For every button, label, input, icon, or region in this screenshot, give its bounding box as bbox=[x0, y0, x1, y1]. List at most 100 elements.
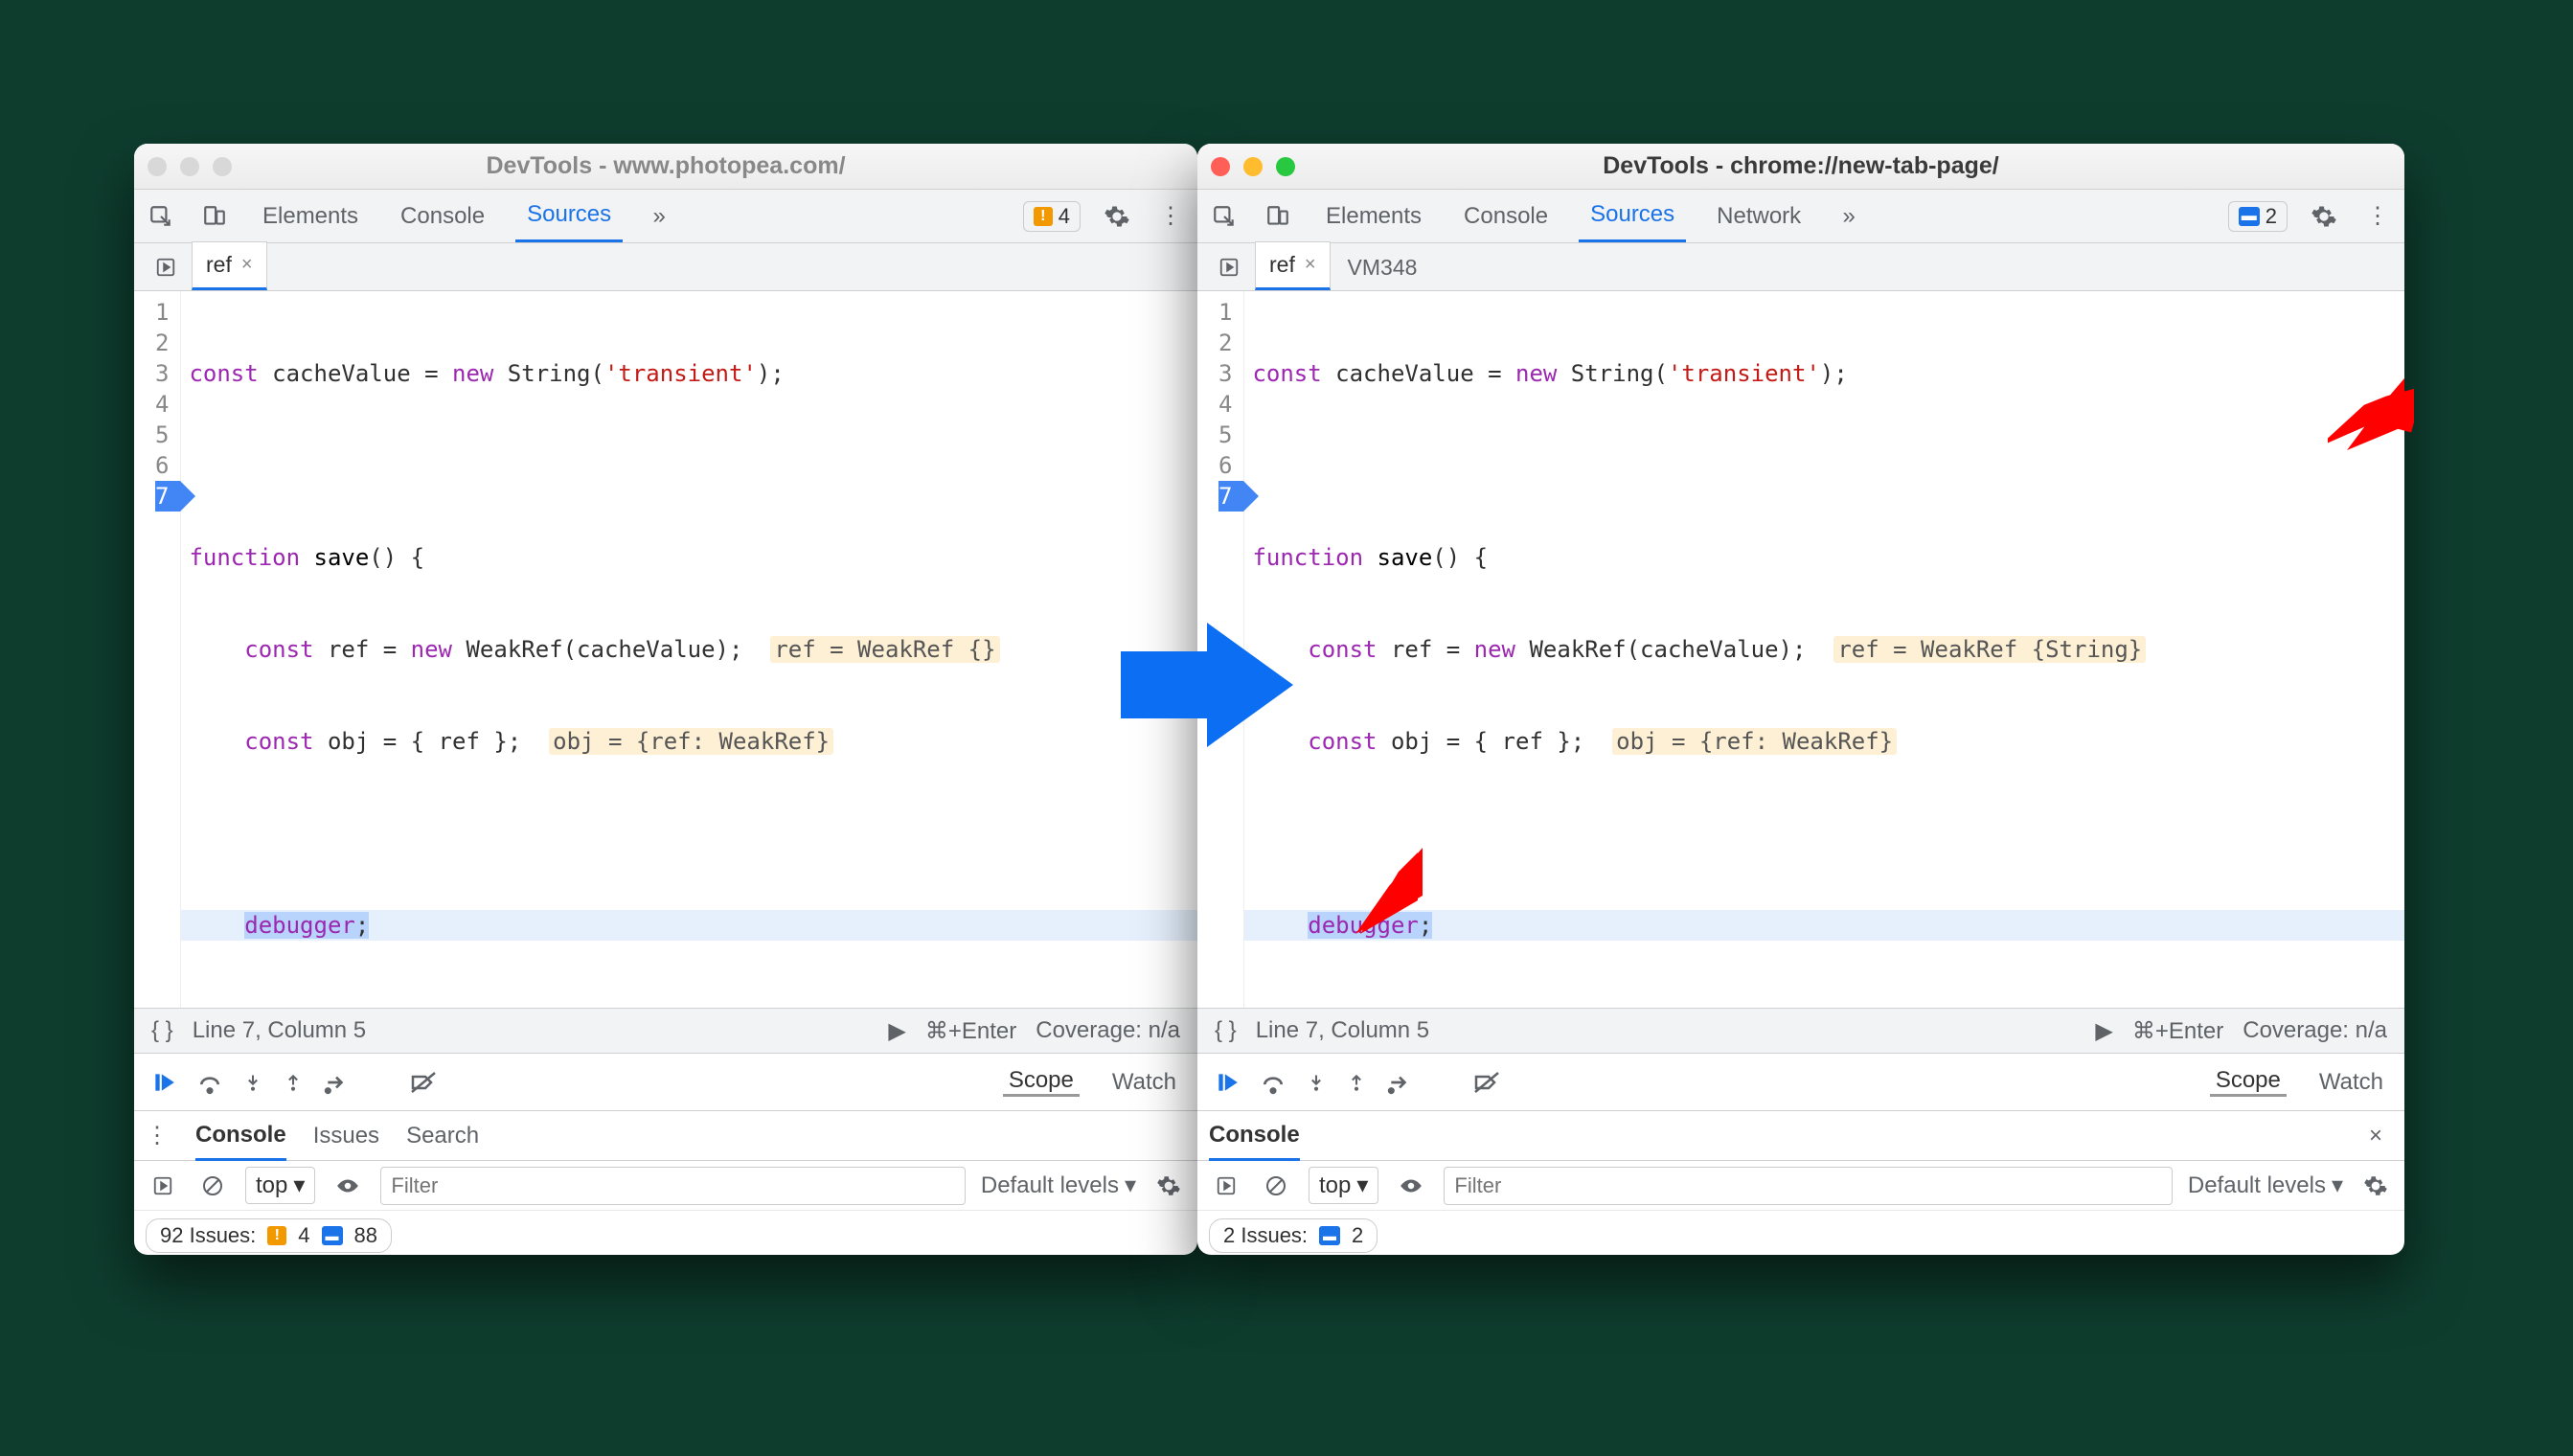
issues-badge[interactable]: !4 bbox=[1023, 201, 1081, 232]
tab-elements[interactable]: Elements bbox=[1314, 190, 1433, 242]
tab-network[interactable]: Network bbox=[1705, 190, 1812, 242]
editor-statusbar: { } Line 7, Column 5 ▶ ⌘+Enter Coverage:… bbox=[1197, 1008, 2404, 1054]
issues-row: 92 Issues: ! 4 ▬ 88 bbox=[134, 1211, 1197, 1255]
braces-icon[interactable]: { } bbox=[151, 1017, 173, 1044]
gear-icon[interactable] bbox=[1100, 199, 1134, 234]
run-icon[interactable]: ▶ bbox=[888, 1017, 905, 1045]
coverage-status: Coverage: n/a bbox=[2243, 1017, 2387, 1044]
drawer-tab-search[interactable]: Search bbox=[406, 1123, 479, 1149]
step-out-icon[interactable] bbox=[1347, 1070, 1366, 1095]
tab-elements[interactable]: Elements bbox=[251, 190, 370, 242]
annotation-arrow-red-console bbox=[1332, 843, 1427, 939]
scope-tab[interactable]: Scope bbox=[2210, 1067, 2287, 1097]
close-drawer-icon[interactable]: × bbox=[2358, 1119, 2393, 1153]
main-tabbar: Elements Console Sources » !4 ⋮ bbox=[134, 190, 1197, 243]
devtools-window-left: DevTools - www.photopea.com/ Elements Co… bbox=[134, 144, 1197, 1255]
code-content[interactable]: const cacheValue = new String('transient… bbox=[181, 291, 1197, 1008]
inspect-icon[interactable] bbox=[144, 199, 178, 234]
step-into-icon[interactable] bbox=[243, 1070, 262, 1095]
issues-pill[interactable]: 92 Issues: ! 4 ▬ 88 bbox=[146, 1218, 392, 1253]
close-icon[interactable]: × bbox=[241, 254, 253, 276]
console-play-icon[interactable] bbox=[1209, 1169, 1243, 1203]
main-tabbar: Elements Console Sources Network » ▬2 ⋮ bbox=[1197, 190, 2404, 243]
deactivate-breakpoints-icon[interactable] bbox=[410, 1070, 437, 1095]
device-icon[interactable] bbox=[197, 199, 232, 234]
file-tab-ref[interactable]: ref × bbox=[192, 241, 267, 290]
editor-statusbar: { } Line 7, Column 5 ▶ ⌘+Enter Coverage:… bbox=[134, 1008, 1197, 1054]
deactivate-breakpoints-icon[interactable] bbox=[1473, 1070, 1500, 1095]
tab-sources[interactable]: Sources bbox=[1579, 190, 1686, 242]
issues-pill[interactable]: 2 Issues: ▬ 2 bbox=[1209, 1218, 1378, 1253]
device-icon[interactable] bbox=[1261, 199, 1295, 234]
clear-console-icon[interactable] bbox=[195, 1169, 230, 1203]
braces-icon[interactable]: { } bbox=[1215, 1017, 1237, 1044]
debugger-toolbar: Scope Watch bbox=[134, 1054, 1197, 1111]
cursor-position: Line 7, Column 5 bbox=[1256, 1017, 1429, 1044]
step-icon[interactable] bbox=[1387, 1070, 1412, 1095]
run-shortcut: ⌘+Enter bbox=[2132, 1017, 2223, 1045]
drawer-tab-console[interactable]: Console bbox=[1209, 1122, 1300, 1161]
console-toolbar: top ▾ Default levels ▾ bbox=[1197, 1161, 2404, 1211]
devtools-window-right: DevTools - chrome://new-tab-page/ Elemen… bbox=[1197, 144, 2404, 1255]
drawer-tabbar: ⋮ Console Issues Search bbox=[134, 1111, 1197, 1161]
drawer-tab-issues[interactable]: Issues bbox=[313, 1123, 379, 1149]
tab-sources[interactable]: Sources bbox=[515, 190, 623, 242]
filter-input[interactable] bbox=[1444, 1167, 2172, 1205]
console-gear-icon[interactable] bbox=[1151, 1169, 1186, 1203]
more-tabs-icon[interactable]: » bbox=[642, 199, 676, 234]
drawer-tab-console[interactable]: Console bbox=[195, 1122, 286, 1161]
drawer-kebab-icon[interactable]: ⋮ bbox=[146, 1122, 169, 1149]
log-levels-selector[interactable]: Default levels ▾ bbox=[981, 1172, 1136, 1199]
context-selector[interactable]: top ▾ bbox=[245, 1167, 315, 1204]
tab-console[interactable]: Console bbox=[389, 190, 496, 242]
annotation-arrow-right bbox=[1121, 623, 1293, 747]
watch-tab[interactable]: Watch bbox=[1106, 1069, 1182, 1096]
annotation-arrow-red-code bbox=[2328, 374, 2414, 460]
titlebar[interactable]: DevTools - www.photopea.com/ bbox=[134, 144, 1197, 190]
step-icon[interactable] bbox=[324, 1070, 349, 1095]
inline-value: ref = WeakRef {} bbox=[770, 636, 999, 663]
tab-console[interactable]: Console bbox=[1452, 190, 1560, 242]
coverage-status: Coverage: n/a bbox=[1036, 1017, 1180, 1044]
file-tab-ref[interactable]: ref × bbox=[1255, 241, 1331, 290]
issues-badge[interactable]: ▬2 bbox=[2228, 201, 2288, 232]
run-snippet-icon[interactable] bbox=[144, 257, 188, 278]
clear-console-icon[interactable] bbox=[1259, 1169, 1293, 1203]
window-title: DevTools - chrome://new-tab-page/ bbox=[1197, 152, 2404, 180]
code-editor[interactable]: 1234567 const cacheValue = new String('t… bbox=[134, 291, 1197, 1008]
file-tabbar: ref × bbox=[134, 243, 1197, 291]
step-into-icon[interactable] bbox=[1307, 1070, 1326, 1095]
file-tab-vm348[interactable]: VM348 bbox=[1334, 245, 1431, 290]
line-gutter: 1234567 bbox=[134, 291, 181, 1008]
eye-icon[interactable] bbox=[1394, 1169, 1428, 1203]
console-gear-icon[interactable] bbox=[2358, 1169, 2393, 1203]
drawer-tabbar: Console × bbox=[1197, 1111, 2404, 1161]
kebab-icon[interactable]: ⋮ bbox=[1153, 199, 1188, 234]
filter-input[interactable] bbox=[380, 1167, 965, 1205]
step-over-icon[interactable] bbox=[197, 1070, 222, 1095]
issues-row: 2 Issues: ▬ 2 bbox=[1197, 1211, 2404, 1255]
eye-icon[interactable] bbox=[330, 1169, 365, 1203]
file-tabbar: ref × VM348 bbox=[1197, 243, 2404, 291]
run-shortcut: ⌘+Enter bbox=[925, 1017, 1016, 1045]
inspect-icon[interactable] bbox=[1207, 199, 1241, 234]
log-levels-selector[interactable]: Default levels ▾ bbox=[2188, 1172, 2343, 1199]
titlebar[interactable]: DevTools - chrome://new-tab-page/ bbox=[1197, 144, 2404, 190]
console-toolbar: top ▾ Default levels ▾ bbox=[134, 1161, 1197, 1211]
more-tabs-icon[interactable]: » bbox=[1832, 199, 1866, 234]
run-icon[interactable]: ▶ bbox=[2095, 1017, 2112, 1045]
context-selector[interactable]: top ▾ bbox=[1309, 1167, 1378, 1204]
inline-value: obj = {ref: WeakRef} bbox=[549, 728, 833, 755]
scope-tab[interactable]: Scope bbox=[1003, 1067, 1080, 1097]
kebab-icon[interactable]: ⋮ bbox=[2360, 199, 2395, 234]
step-out-icon[interactable] bbox=[284, 1070, 303, 1095]
run-snippet-icon[interactable] bbox=[1207, 257, 1251, 278]
watch-tab[interactable]: Watch bbox=[2313, 1069, 2389, 1096]
resume-icon[interactable] bbox=[151, 1070, 176, 1095]
console-play-icon[interactable] bbox=[146, 1169, 180, 1203]
step-over-icon[interactable] bbox=[1261, 1070, 1286, 1095]
gear-icon[interactable] bbox=[2307, 199, 2341, 234]
resume-icon[interactable] bbox=[1215, 1070, 1240, 1095]
cursor-position: Line 7, Column 5 bbox=[193, 1017, 366, 1044]
close-icon[interactable]: × bbox=[1305, 254, 1316, 276]
